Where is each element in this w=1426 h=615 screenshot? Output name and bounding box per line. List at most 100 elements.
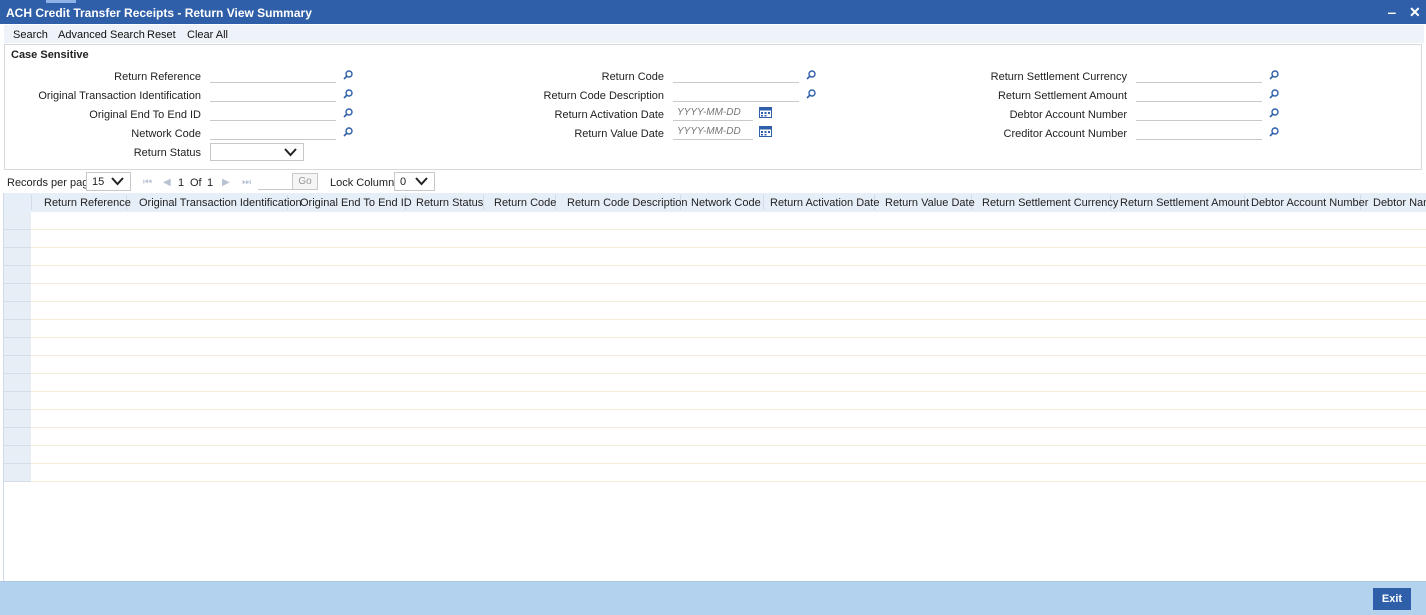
total-pages: 1 (207, 177, 214, 189)
original-transaction-identification-input[interactable] (210, 86, 336, 102)
table-row[interactable] (31, 266, 1426, 284)
clear-all-button[interactable]: Clear All (187, 29, 228, 41)
table-row[interactable] (31, 248, 1426, 266)
row-selector[interactable] (4, 338, 31, 356)
creditor-account-number-label: Creditor Account Number (1003, 128, 1128, 140)
minimize-button[interactable]: ‒ (1388, 4, 1396, 20)
search-icon[interactable] (343, 127, 353, 137)
table-row[interactable] (31, 428, 1426, 446)
return-code-label: Return Code (601, 71, 664, 83)
row-selector[interactable] (4, 392, 31, 410)
row-selector[interactable] (4, 410, 31, 428)
chevron-down-icon (284, 148, 297, 157)
column-header[interactable]: Original End To End ID (300, 197, 412, 209)
next-page-icon[interactable]: ▶ (222, 177, 230, 188)
row-selector[interactable] (4, 356, 31, 374)
column-header[interactable]: Return Reference (44, 197, 131, 209)
records-per-page-select[interactable]: 15 (86, 172, 131, 191)
column-header[interactable]: Return Settlement Amount (1120, 197, 1249, 209)
column-header[interactable]: Return Settlement Currency (982, 197, 1118, 209)
column-header[interactable]: Debtor Nam (1373, 197, 1426, 209)
table-row[interactable] (31, 284, 1426, 302)
column-separator (31, 195, 32, 210)
search-icon[interactable] (343, 89, 353, 99)
column-header[interactable]: Return Value Date (885, 197, 975, 209)
previous-page-icon[interactable]: ◀ (163, 177, 171, 188)
creditor-account-number-input[interactable] (1136, 124, 1262, 140)
search-icon[interactable] (1269, 70, 1279, 80)
row-selector[interactable] (4, 464, 31, 482)
return-code-description-label: Return Code Description (543, 90, 664, 102)
table-row[interactable] (31, 356, 1426, 374)
search-icon[interactable] (343, 108, 353, 118)
table-row[interactable] (31, 338, 1426, 356)
table-row[interactable] (31, 410, 1426, 428)
table-row[interactable] (31, 302, 1426, 320)
row-selector[interactable] (4, 446, 31, 464)
table-row[interactable] (31, 230, 1426, 248)
return-reference-label: Return Reference (114, 71, 201, 83)
row-selector[interactable] (4, 320, 31, 338)
reset-button[interactable]: Reset (147, 29, 176, 41)
last-page-icon[interactable]: ⏭ (242, 177, 251, 188)
return-value-date-input[interactable] (673, 124, 753, 140)
search-icon[interactable] (1269, 89, 1279, 99)
row-selector[interactable] (4, 266, 31, 284)
column-header[interactable]: Original Transaction Identification (139, 197, 302, 209)
debtor-account-number-input[interactable] (1136, 105, 1262, 121)
search-icon[interactable] (1269, 127, 1279, 137)
row-selector[interactable] (4, 212, 31, 230)
table-row[interactable] (31, 392, 1426, 410)
row-selector[interactable] (4, 374, 31, 392)
row-selector[interactable] (4, 248, 31, 266)
toolbar: Search Advanced Search Reset Clear All (4, 25, 1424, 43)
search-button[interactable]: Search (13, 29, 48, 41)
return-code-input[interactable] (673, 67, 799, 83)
table-row[interactable] (31, 374, 1426, 392)
advanced-search-button[interactable]: Advanced Search (58, 29, 145, 41)
calendar-icon[interactable] (759, 107, 772, 118)
return-settlement-amount-input[interactable] (1136, 86, 1262, 102)
search-icon[interactable] (1269, 108, 1279, 118)
close-button[interactable]: ✕ (1409, 4, 1421, 21)
window-title: ACH Credit Transfer Receipts - Return Vi… (6, 6, 312, 20)
return-activation-date-input[interactable] (673, 105, 753, 121)
debtor-account-number-label: Debtor Account Number (1009, 109, 1127, 121)
table-row[interactable] (31, 320, 1426, 338)
search-icon[interactable] (343, 70, 353, 80)
row-selector[interactable] (4, 302, 31, 320)
exit-button[interactable]: Exit (1373, 588, 1411, 610)
search-icon[interactable] (806, 70, 816, 80)
calendar-icon[interactable] (759, 126, 772, 137)
lock-columns-select[interactable]: 0 (394, 172, 435, 191)
row-selector[interactable] (4, 230, 31, 248)
row-selector[interactable] (4, 428, 31, 446)
lock-columns-value: 0 (400, 176, 407, 188)
pagination-bar: Records per page 15 ⏮ ◀ 1 Of 1 ▶ ⏭ Go Lo… (0, 172, 1426, 192)
original-end-to-end-id-input[interactable] (210, 105, 336, 121)
go-to-page-input[interactable] (258, 174, 292, 190)
case-sensitive-label: Case Sensitive (11, 49, 89, 61)
go-button[interactable]: Go (292, 173, 318, 190)
records-per-page-value: 15 (92, 176, 105, 188)
return-reference-input[interactable] (210, 67, 336, 83)
return-code-description-input[interactable] (673, 86, 799, 102)
column-header[interactable]: Return Code (494, 197, 556, 209)
current-page: 1 (178, 177, 185, 189)
first-page-icon[interactable]: ⏮ (143, 177, 152, 188)
grid-header: Return Reference Original Transaction Ide… (4, 193, 1426, 212)
column-header[interactable]: Return Code Description (567, 197, 687, 209)
column-header[interactable]: Return Activation Date (770, 197, 879, 209)
return-settlement-currency-input[interactable] (1136, 67, 1262, 83)
network-code-input[interactable] (210, 124, 336, 140)
search-icon[interactable] (806, 89, 816, 99)
row-selector[interactable] (4, 284, 31, 302)
table-row[interactable] (31, 464, 1426, 482)
column-separator (763, 195, 764, 210)
table-row[interactable] (31, 212, 1426, 230)
column-header[interactable]: Return Status (416, 197, 483, 209)
column-header[interactable]: Debtor Account Number (1251, 197, 1368, 209)
table-row[interactable] (31, 446, 1426, 464)
return-status-select[interactable] (210, 143, 304, 161)
column-header[interactable]: Network Code (691, 197, 761, 209)
